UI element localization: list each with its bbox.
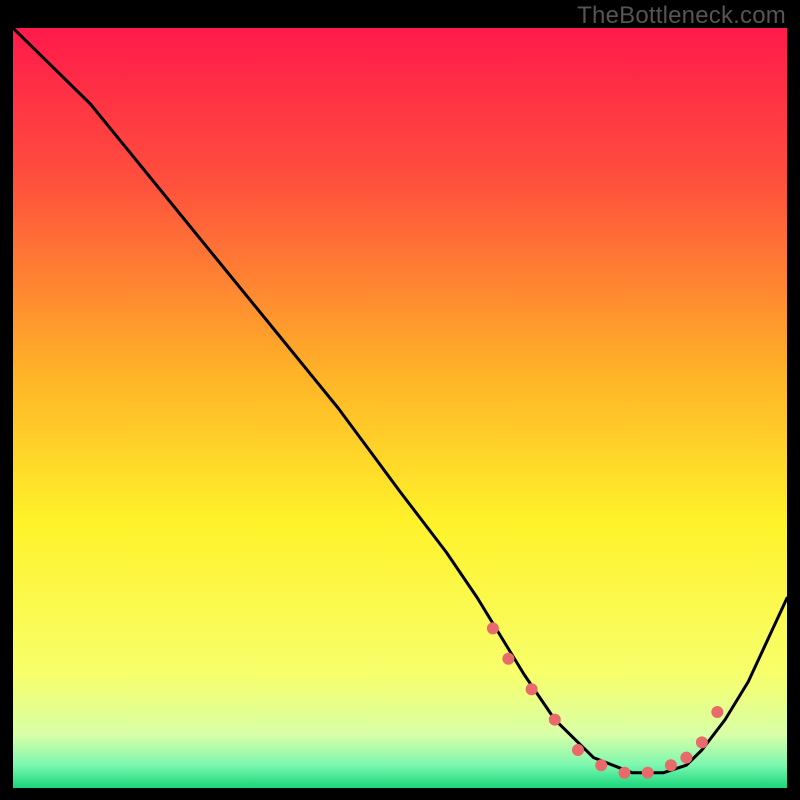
optimal-dot	[680, 752, 692, 764]
optimal-dot	[711, 706, 723, 718]
optimal-dot	[665, 759, 677, 771]
optimal-dot	[696, 736, 708, 748]
optimal-dot	[572, 744, 584, 756]
optimal-dot	[549, 714, 561, 726]
optimal-dot	[487, 622, 499, 634]
optimal-dot	[502, 653, 514, 665]
watermark-text: TheBottleneck.com	[577, 2, 786, 30]
optimal-dot	[642, 767, 654, 779]
bottleneck-chart	[13, 28, 787, 788]
optimal-dot	[526, 683, 538, 695]
optimal-dot	[619, 767, 631, 779]
chart-stage: TheBottleneck.com	[0, 0, 800, 800]
chart-background	[13, 28, 787, 788]
optimal-dot	[595, 759, 607, 771]
